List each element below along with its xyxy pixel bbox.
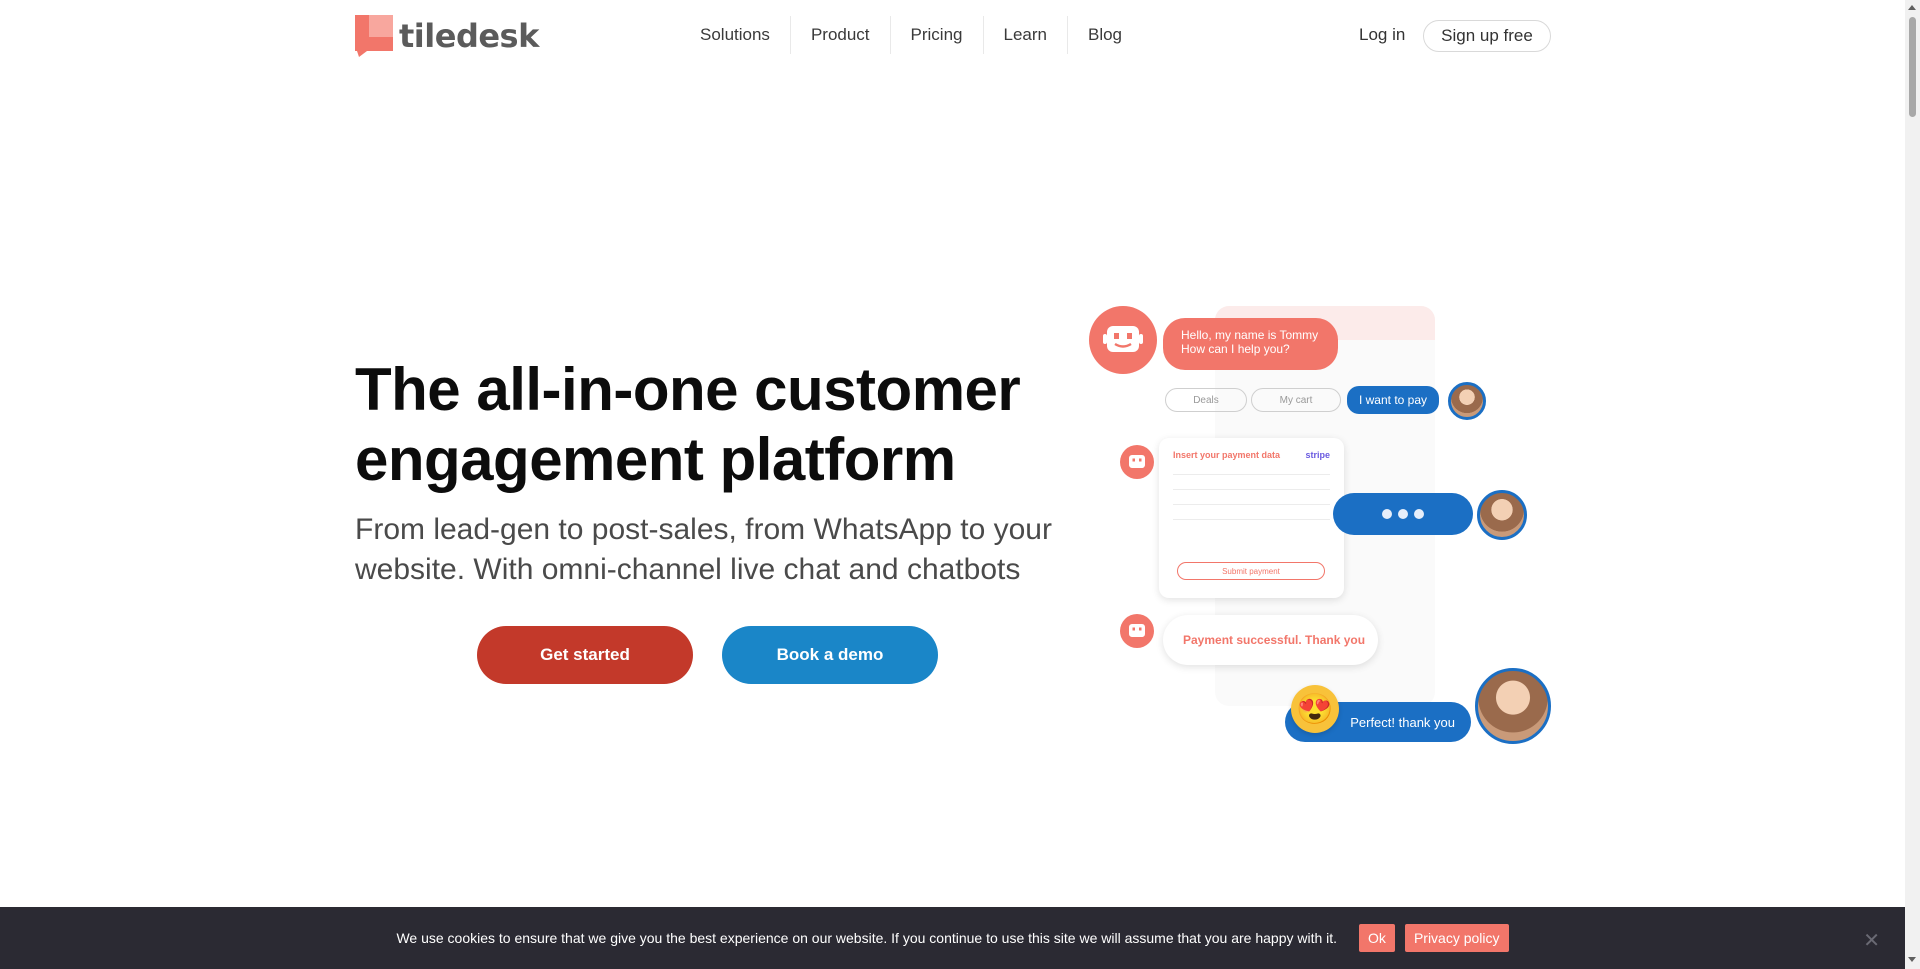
chip-my-cart: My cart bbox=[1251, 388, 1341, 412]
site-header: tiledesk Solutions Product Pricing Learn… bbox=[0, 0, 1920, 70]
card-country-field bbox=[1173, 519, 1330, 520]
privacy-policy-button[interactable]: Privacy policy bbox=[1404, 924, 1509, 952]
heart-eyes-emoji-icon: 😍 bbox=[1291, 685, 1339, 733]
close-icon[interactable]: ✕ bbox=[1863, 928, 1880, 953]
nav-blog[interactable]: Blog bbox=[1066, 16, 1142, 54]
chip-i-want-to-pay: I want to pay bbox=[1347, 386, 1439, 414]
typing-dot bbox=[1382, 509, 1392, 519]
bot-greeting-bubble: Hello, my name is Tommy How can I help y… bbox=[1163, 318, 1338, 370]
bot-avatar-small bbox=[1120, 614, 1154, 648]
tiledesk-logo-icon bbox=[355, 15, 393, 57]
cookie-message: We use cookies to ensure that we give yo… bbox=[396, 930, 1338, 946]
scrollbar-thumb[interactable] bbox=[1909, 17, 1916, 117]
cookie-banner: We use cookies to ensure that we give yo… bbox=[0, 907, 1905, 969]
tiledesk-logo[interactable]: tiledesk bbox=[355, 15, 539, 57]
user-avatar-large bbox=[1475, 668, 1551, 744]
nav-pricing[interactable]: Pricing bbox=[889, 16, 983, 54]
cookie-ok-button[interactable]: Ok bbox=[1359, 924, 1395, 952]
robot-icon bbox=[1129, 624, 1145, 637]
user-avatar-small bbox=[1448, 382, 1486, 420]
card-name-field bbox=[1173, 504, 1330, 505]
scroll-up-icon[interactable] bbox=[1908, 5, 1916, 10]
get-started-button[interactable]: Get started bbox=[477, 626, 693, 684]
bot-avatar-small bbox=[1120, 445, 1154, 479]
payment-card: Insert your payment data stripe Submit p… bbox=[1159, 438, 1344, 598]
chip-deals: Deals bbox=[1165, 388, 1247, 412]
hero-subtitle: From lead-gen to post-sales, from WhatsA… bbox=[355, 513, 1052, 586]
robot-icon bbox=[1103, 326, 1143, 352]
nav-solutions[interactable]: Solutions bbox=[680, 16, 790, 54]
login-link[interactable]: Log in bbox=[1359, 25, 1405, 45]
user-avatar-medium bbox=[1477, 490, 1527, 540]
card-expiry-field bbox=[1173, 489, 1330, 490]
brand-name: tiledesk bbox=[399, 17, 539, 55]
card-number-field bbox=[1173, 474, 1330, 475]
main-nav: Solutions Product Pricing Learn Blog bbox=[680, 16, 1142, 54]
payment-success-bubble: Payment successful. Thank you bbox=[1163, 615, 1378, 665]
nav-product[interactable]: Product bbox=[789, 16, 890, 54]
submit-payment-button: Submit payment bbox=[1177, 562, 1325, 580]
chat-illustration: Hello, my name is Tommy How can I help y… bbox=[1085, 300, 1565, 750]
typing-indicator bbox=[1333, 493, 1473, 535]
typing-dot bbox=[1414, 509, 1424, 519]
nav-learn[interactable]: Learn bbox=[982, 16, 1067, 54]
book-demo-button[interactable]: Book a demo bbox=[722, 626, 938, 684]
typing-dot bbox=[1398, 509, 1408, 519]
hero-title: The all-in-one customer engagement platf… bbox=[355, 356, 1021, 493]
signup-button[interactable]: Sign up free bbox=[1423, 20, 1551, 52]
robot-icon bbox=[1129, 455, 1145, 468]
scroll-down-icon[interactable] bbox=[1908, 957, 1916, 962]
page-scrollbar[interactable] bbox=[1905, 0, 1920, 969]
bot-avatar bbox=[1089, 306, 1157, 374]
stripe-label: stripe bbox=[1305, 450, 1330, 460]
